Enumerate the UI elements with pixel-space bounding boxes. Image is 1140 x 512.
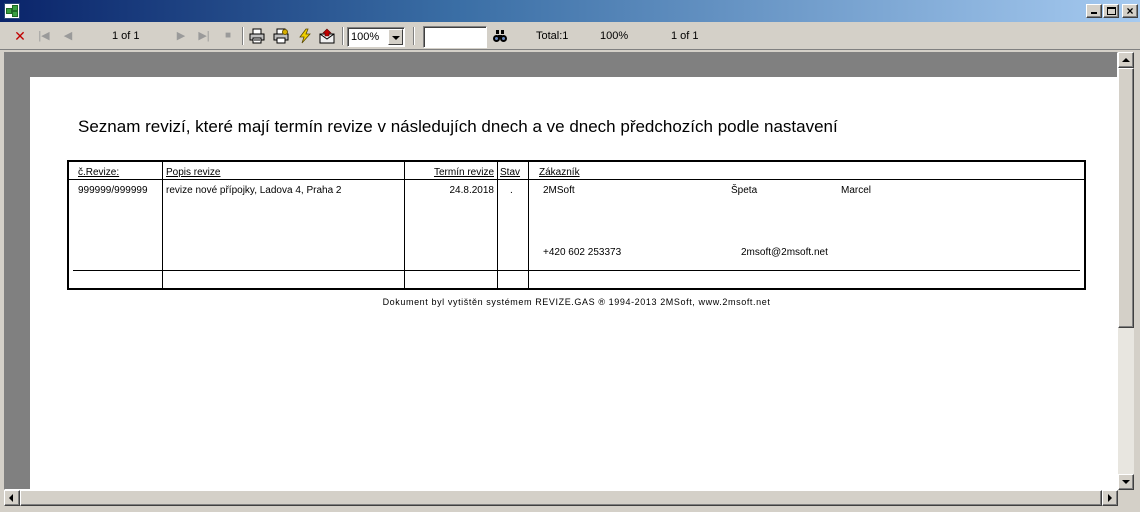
first-page-icon[interactable]: |◀: [36, 28, 52, 44]
vertical-scroll-thumb[interactable]: [1118, 68, 1134, 328]
close-window-button[interactable]: ×: [1122, 4, 1138, 18]
scroll-left-arrow-icon[interactable]: [4, 490, 20, 506]
column-header-cislo: č.Revize:: [78, 167, 120, 178]
column-header-stav: Stav: [500, 167, 521, 178]
maximize-button[interactable]: [1103, 4, 1119, 18]
toolbar-separator: [342, 27, 344, 45]
scroll-up-arrow-icon[interactable]: [1118, 52, 1134, 68]
vertical-scrollbar[interactable]: [1118, 52, 1134, 490]
row-divider: [73, 270, 1080, 271]
previous-page-icon[interactable]: ◀: [60, 28, 76, 44]
report-footer: Dokument byl vytištěn systémem REVIZE.GA…: [382, 297, 771, 307]
horizontal-scroll-thumb[interactable]: [20, 490, 1102, 506]
close-report-icon[interactable]: ✕: [12, 28, 28, 44]
status-zoom: 100%: [600, 30, 629, 42]
scroll-right-arrow-icon[interactable]: [1102, 490, 1118, 506]
email-export-icon[interactable]: [319, 28, 335, 44]
toolbar-separator: [413, 27, 415, 45]
search-input[interactable]: [423, 26, 487, 48]
scroll-down-arrow-icon[interactable]: [1118, 474, 1134, 490]
cell-cislo: 999999/999999: [78, 185, 148, 196]
window-controls: ×: [1085, 4, 1138, 18]
report-toolbar: ✕ |◀ ◀ 1 of 1 ▶ ▶| ■ 100% Total:1 100% 1…: [0, 22, 1140, 50]
status-total: Total:1: [536, 30, 569, 42]
minimize-icon: [1091, 12, 1097, 14]
column-header-zakaznik: Zákazník: [539, 167, 580, 178]
scrollbar-corner: [1118, 490, 1134, 506]
revisions-table: č.Revize: Popis revize Termín revize Sta…: [67, 160, 1086, 290]
maximize-icon: [1107, 7, 1116, 15]
cell-customer-company: 2MSoft: [543, 185, 575, 196]
next-page-icon[interactable]: ▶: [173, 28, 189, 44]
column-divider: [162, 162, 163, 288]
cell-popis: revize nové přípojky, Ladova 4, Praha 2: [166, 185, 342, 196]
report-title: Seznam revizí, které mají termín revize …: [78, 117, 838, 136]
cell-termin: 24.8.2018: [449, 185, 495, 196]
last-page-icon[interactable]: ▶|: [196, 28, 212, 44]
column-divider: [528, 162, 529, 288]
binoculars-icon[interactable]: [492, 28, 508, 44]
zoom-select[interactable]: 100%: [347, 27, 405, 47]
print-setup-icon[interactable]: [273, 28, 289, 44]
toolbar-separator: [242, 27, 244, 45]
window-title-bar[interactable]: ×: [0, 0, 1140, 22]
lightning-icon[interactable]: [297, 28, 313, 44]
print-icon[interactable]: [249, 28, 265, 44]
cell-customer-email: 2msoft@2msoft.net: [741, 247, 828, 258]
column-divider: [404, 162, 405, 288]
report-viewport[interactable]: Seznam revizí, které mají termín revize …: [4, 52, 1118, 490]
cell-customer-firstname: Marcel: [841, 185, 872, 196]
cell-customer-surname: Špeta: [731, 185, 758, 196]
column-header-termin: Termín revize: [433, 167, 494, 178]
app-icon[interactable]: [4, 3, 20, 19]
cell-customer-phone: +420 602 253373: [543, 247, 622, 258]
header-divider: [69, 179, 1084, 180]
minimize-button[interactable]: [1086, 4, 1102, 18]
stop-icon[interactable]: ■: [220, 28, 236, 44]
status-pages: 1 of 1: [671, 30, 699, 42]
close-icon: ×: [1126, 4, 1134, 18]
report-page: Seznam revizí, které mají termín revize …: [30, 77, 1117, 489]
page-indicator: 1 of 1: [112, 30, 140, 42]
horizontal-scrollbar[interactable]: [4, 490, 1118, 506]
column-header-popis: Popis revize: [166, 167, 221, 178]
column-divider: [497, 162, 498, 288]
zoom-select-value: 100%: [351, 31, 380, 43]
chevron-down-icon[interactable]: [388, 29, 403, 45]
cell-stav: .: [510, 185, 513, 196]
